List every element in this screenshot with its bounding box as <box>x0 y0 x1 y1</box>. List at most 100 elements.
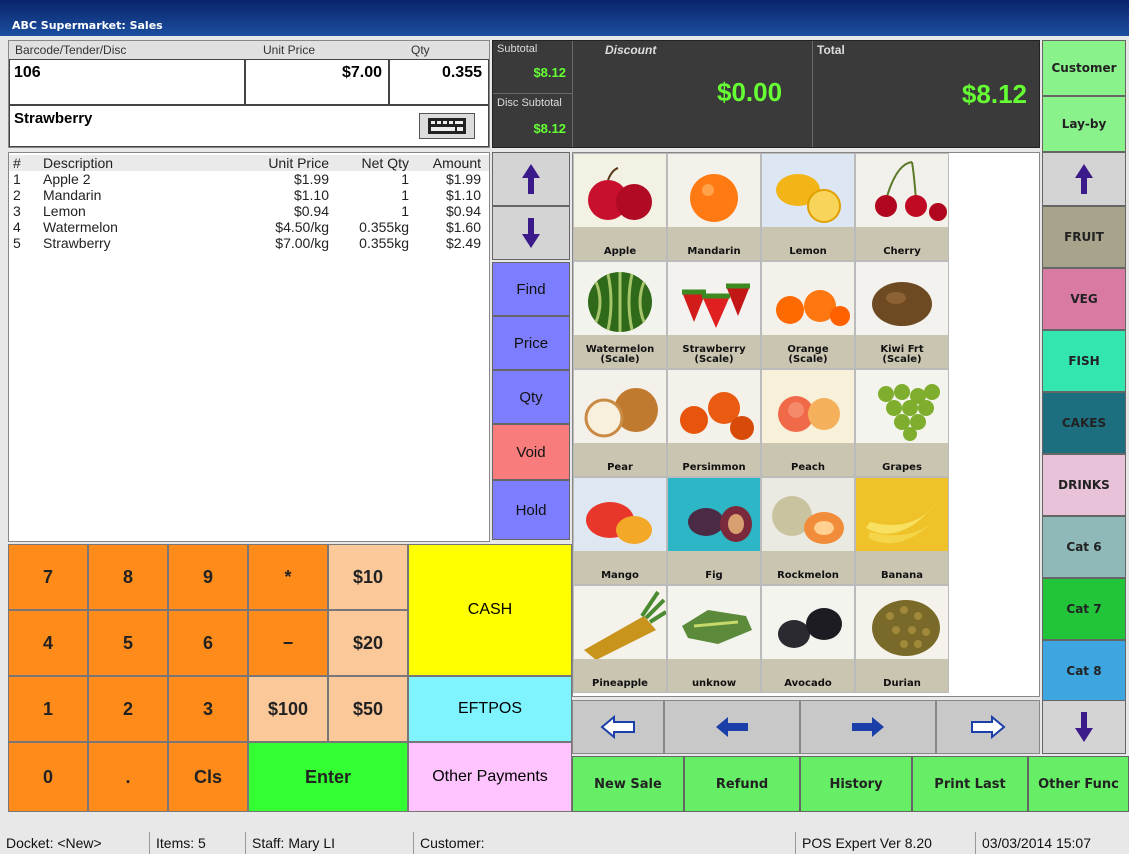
product-grapes-button[interactable]: Grapes <box>855 369 949 477</box>
cash-button[interactable]: CASH <box>408 544 572 676</box>
key-5[interactable]: 5 <box>88 610 168 676</box>
first-page-arrow-icon <box>600 715 635 739</box>
key-4[interactable]: 4 <box>8 610 88 676</box>
durian-icon <box>856 586 948 662</box>
eftpos-button[interactable]: EFTPOS <box>408 676 572 742</box>
category-scroll-down-button[interactable] <box>1042 700 1126 754</box>
key-3[interactable]: 3 <box>168 676 248 742</box>
barcode-input[interactable]: 106 <box>9 59 245 105</box>
key-2[interactable]: 2 <box>88 676 168 742</box>
receipt-row[interactable]: 3 Lemon $0.94 1 $0.94 <box>9 203 489 219</box>
product-starfruit-button[interactable]: unknow <box>667 585 761 693</box>
qty-input[interactable]: 0.355 <box>389 59 489 105</box>
product-mandarin-button[interactable]: Mandarin <box>667 153 761 261</box>
row-net-qty: 1 <box>401 171 409 187</box>
find-button[interactable]: Find <box>492 262 570 316</box>
product-cherry-button[interactable]: Cherry <box>855 153 949 261</box>
category-cat-6-button[interactable]: Cat 6 <box>1042 516 1126 578</box>
product-kiwi-button[interactable]: Kiwi Frt (Scale) <box>855 261 949 369</box>
product-lemon-button[interactable]: Lemon <box>761 153 855 261</box>
key-1[interactable]: 1 <box>8 676 88 742</box>
history-button[interactable]: History <box>800 756 912 812</box>
fig-icon <box>668 478 760 554</box>
key-6[interactable]: 6 <box>168 610 248 676</box>
product-persimmon-button[interactable]: Persimmon <box>667 369 761 477</box>
category-fruit-button[interactable]: FRUIT <box>1042 206 1126 268</box>
product-pear-button[interactable]: Pear <box>573 369 667 477</box>
keyboard-icon[interactable] <box>419 113 475 139</box>
watermelon-icon <box>574 262 666 338</box>
key-dot[interactable]: . <box>88 742 168 812</box>
layby-button[interactable]: Lay-by <box>1042 96 1126 152</box>
last-page-button[interactable] <box>936 700 1040 754</box>
unit-price-input[interactable]: $7.00 <box>245 59 389 105</box>
key-0[interactable]: 0 <box>8 742 88 812</box>
row-unit-price: $1.99 <box>293 171 329 187</box>
key-minus[interactable]: − <box>248 610 328 676</box>
print-last-button[interactable]: Print Last <box>912 756 1028 812</box>
other-func-button[interactable]: Other Func <box>1028 756 1129 812</box>
other-payments-button[interactable]: Other Payments <box>408 742 572 812</box>
category-cakes-button[interactable]: CAKES <box>1042 392 1126 454</box>
key-8[interactable]: 8 <box>88 544 168 610</box>
refund-button[interactable]: Refund <box>684 756 800 812</box>
category-scroll-up-button[interactable] <box>1042 152 1126 206</box>
receipt-row[interactable]: 5 Strawberry $7.00/kg 0.355kg $2.49 <box>9 235 489 251</box>
product-pineapple-button[interactable]: Pineapple <box>573 585 667 693</box>
row-num: 1 <box>13 171 21 187</box>
price-button[interactable]: Price <box>492 316 570 370</box>
product-banana-button[interactable]: Banana <box>855 477 949 585</box>
product-rockmelon-button[interactable]: Rockmelon <box>761 477 855 585</box>
hold-button[interactable]: Hold <box>492 480 570 540</box>
first-page-button[interactable] <box>572 700 664 754</box>
product-avocado-button[interactable]: Avocado <box>761 585 855 693</box>
row-net-qty: 0.355kg <box>359 219 409 235</box>
product-peach-button[interactable]: Peach <box>761 369 855 477</box>
product-mango-button[interactable]: Mango <box>573 477 667 585</box>
avocado-icon <box>762 586 854 662</box>
barcode-label: Barcode/Tender/Disc <box>15 43 127 57</box>
category-fish-button[interactable]: FISH <box>1042 330 1126 392</box>
key-50-dollars[interactable]: $50 <box>328 676 408 742</box>
next-page-button[interactable] <box>800 700 936 754</box>
prev-page-button[interactable] <box>664 700 800 754</box>
product-label: Cherry <box>856 227 948 260</box>
key-100-dollars[interactable]: $100 <box>248 676 328 742</box>
product-durian-button[interactable]: Durian <box>855 585 949 693</box>
key-20-dollars[interactable]: $20 <box>328 610 408 676</box>
arrow-up-icon <box>522 164 540 194</box>
category-cat-8-button[interactable]: Cat 8 <box>1042 640 1126 702</box>
total-label: Total <box>817 43 845 57</box>
void-button[interactable]: Void <box>492 424 570 480</box>
scroll-down-button[interactable] <box>492 206 570 260</box>
entry-panel: Barcode/Tender/Disc Unit Price Qty 106 $… <box>8 40 490 148</box>
key-clear[interactable]: Cls <box>168 742 248 812</box>
key-7[interactable]: 7 <box>8 544 88 610</box>
category-drinks-button[interactable]: DRINKS <box>1042 454 1126 516</box>
row-amount: $1.10 <box>445 187 481 203</box>
customer-button[interactable]: Customer <box>1042 40 1126 96</box>
key-10-dollars[interactable]: $10 <box>328 544 408 610</box>
product-watermelon-button[interactable]: Watermelon (Scale) <box>573 261 667 369</box>
receipt-row[interactable]: 4 Watermelon $4.50/kg 0.355kg $1.60 <box>9 219 489 235</box>
receipt-row[interactable]: 2 Mandarin $1.10 1 $1.10 <box>9 187 489 203</box>
qty-button[interactable]: Qty <box>492 370 570 424</box>
product-apple-button[interactable]: Apple <box>573 153 667 261</box>
key-9[interactable]: 9 <box>168 544 248 610</box>
product-orange-button[interactable]: Orange (Scale) <box>761 261 855 369</box>
product-label: Banana <box>856 551 948 584</box>
row-unit-price: $1.10 <box>293 187 329 203</box>
product-label: Lemon <box>762 227 854 260</box>
col-amount-header: Amount <box>432 155 481 171</box>
category-cat-7-button[interactable]: Cat 7 <box>1042 578 1126 640</box>
product-strawberry-button[interactable]: Strawberry (Scale) <box>667 261 761 369</box>
product-fig-button[interactable]: Fig <box>667 477 761 585</box>
category-veg-button[interactable]: VEG <box>1042 268 1126 330</box>
receipt-row[interactable]: 1 Apple 2 $1.99 1 $1.99 <box>9 171 489 187</box>
disc-subtotal-label: Disc Subtotal <box>497 97 562 109</box>
new-sale-button[interactable]: New Sale <box>572 756 684 812</box>
total-value: $8.12 <box>961 79 1027 109</box>
enter-button[interactable]: Enter <box>248 742 408 812</box>
key-multiply[interactable]: * <box>248 544 328 610</box>
scroll-up-button[interactable] <box>492 152 570 206</box>
